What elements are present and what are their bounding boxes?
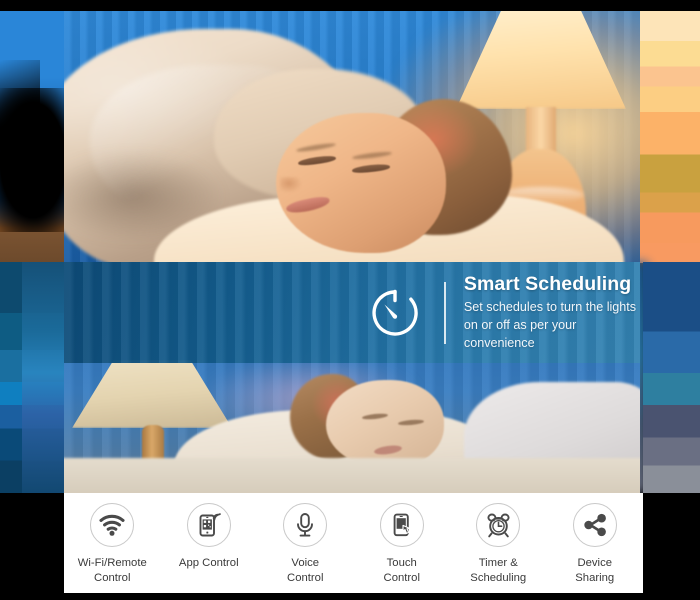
wifi-icon-circle [90,503,135,547]
smart-scheduling-banner: Smart Scheduling Set schedules to turn t… [64,262,640,363]
scheduling-card: Smart Scheduling Set schedules to turn t… [64,262,640,493]
screenshot-stage: Smart Scheduling Set schedules to turn t… [0,0,700,600]
background-blue-bottom-left-inner [22,262,64,493]
share-nodes-icon-circle [572,503,617,547]
background-dark-blob-edge [0,60,40,150]
background-brown-strip [0,232,64,262]
alarm-clock-icon-circle [476,503,521,547]
feature-label: Device Sharing [575,557,615,585]
banner-subtitle-line-2: on or off as per your convenience [463,318,577,351]
background-warm-right-bands [640,11,700,263]
feature-strip: Wi-Fi/Remote Control App Control Voice C… [64,493,643,593]
feature-touch-control[interactable]: Touch Control [354,501,451,586]
feature-label: Timer & Scheduling [470,557,527,585]
letterbox-bar-right [643,493,700,593]
background-blue-bottom-right [643,262,700,493]
banner-divider [444,281,446,344]
lower-child-face [326,380,444,468]
banner-text-block: Smart Scheduling Set schedules to turn t… [464,272,640,353]
microphone-icon-circle [283,503,328,547]
touch-phone-icon-circle [379,503,424,547]
smartphone-app-icon [199,513,221,537]
feature-timer-scheduling[interactable]: Timer & Scheduling [450,501,547,586]
share-nodes-icon [584,513,606,537]
letterbox-bar-top [0,0,700,11]
letterbox-bar-bottom [0,593,700,600]
child-nose [280,177,302,193]
lower-bed-front [64,458,640,493]
alarm-clock-icon [487,513,510,538]
sleeping-child-head [276,99,512,255]
microphone-icon [297,513,314,537]
smartphone-app-icon-circle [186,503,231,547]
letterbox-bar-left [0,493,64,593]
feature-device-sharing[interactable]: Device Sharing [547,501,644,586]
touch-phone-icon [393,513,410,537]
feature-label: App Control [178,557,239,569]
feature-label: Touch Control [383,557,420,585]
feature-label: Voice Control [287,557,324,585]
banner-title: Smart Scheduling [463,273,632,295]
stopwatch-timer-icon [366,284,424,342]
wifi-icon [99,514,125,536]
banner-subtitle-line-1: Set schedules to turn the lights [463,300,637,315]
feature-voice-control[interactable]: Voice Control [257,501,354,586]
feature-app-control[interactable]: App Control [161,501,258,571]
hero-photo-top [64,11,640,262]
lamp-neck [526,107,556,153]
feature-wifi-remote-control[interactable]: Wi-Fi/Remote Control [64,501,161,586]
feature-label: Wi-Fi/Remote Control [77,557,147,585]
